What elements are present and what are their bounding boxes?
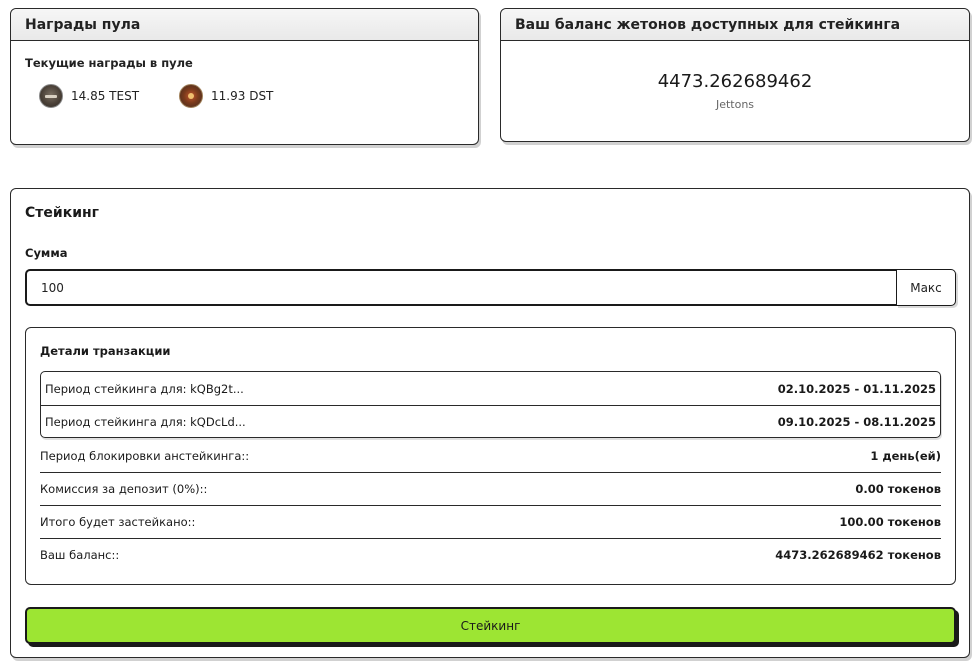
transaction-details: Детали транзакции Период стейкинга для: … xyxy=(25,327,956,585)
period-label: Период стейкинга для: kQBg2t... xyxy=(45,381,244,396)
stake-button[interactable]: Стейкинг xyxy=(25,607,956,644)
test-token-icon xyxy=(39,84,63,108)
rewards-list: 14.85 TEST 11.93 DST xyxy=(11,84,478,108)
balance-body: 4473.262689462 Jettons xyxy=(501,41,969,111)
dst-token-icon xyxy=(179,84,204,108)
details-rows: Период блокировки анстейкинга:: 1 день(е… xyxy=(40,439,941,571)
deposit-fee-row: Комиссия за депозит (0%):: 0.00 токенов xyxy=(40,472,941,505)
amount-label: Сумма xyxy=(25,246,68,260)
balance-value: 4473.262689462 xyxy=(657,71,813,92)
total-staked-row: Итого будет застейкано:: 100.00 токенов xyxy=(40,505,941,538)
period-label: Период стейкинга для: kQDcLd... xyxy=(45,415,246,429)
balance-unit: Jettons xyxy=(715,98,755,111)
amount-input[interactable] xyxy=(25,269,896,306)
current-rewards-label: Текущие награды в пуле xyxy=(25,56,193,70)
stakeable-balance-card: Ваш баланс жетонов доступных для стейкин… xyxy=(500,8,970,142)
reward-item-test: 14.85 TEST xyxy=(39,84,139,108)
transaction-details-title: Детали транзакции xyxy=(40,344,171,358)
max-button[interactable]: Макс xyxy=(896,269,956,306)
pool-rewards-title: Награды пула xyxy=(11,9,478,41)
staking-periods: Период стейкинга для: kQBg2t... 02.10.20… xyxy=(40,371,941,438)
period-row: Период стейкинга для: kQDcLd... 09.10.20… xyxy=(41,405,940,438)
period-value: 02.10.2025 - 01.11.2025 xyxy=(777,381,936,396)
reward-amount: 11.93 DST xyxy=(211,89,274,103)
period-value: 09.10.2025 - 08.11.2025 xyxy=(777,415,936,429)
staking-title: Стейкинг xyxy=(25,205,99,221)
row-label: Итого будет застейкано:: xyxy=(40,515,196,529)
row-value: 100.00 токенов xyxy=(839,515,941,529)
row-value: 0.00 токенов xyxy=(855,482,941,496)
row-label: Ваш баланс:: xyxy=(40,548,120,562)
row-label: Комиссия за депозит (0%):: xyxy=(40,482,208,496)
reward-amount: 14.85 TEST xyxy=(71,89,140,103)
row-value: 1 день(ей) xyxy=(870,448,941,463)
stakeable-balance-title: Ваш баланс жетонов доступных для стейкин… xyxy=(501,9,969,41)
row-value: 4473.262689462 токенов xyxy=(775,548,941,562)
amount-input-group: Макс xyxy=(25,269,956,306)
pool-rewards-card: Награды пула Текущие награды в пуле 14.8… xyxy=(10,8,479,145)
period-row: Период стейкинга для: kQBg2t... 02.10.20… xyxy=(41,372,940,405)
unstake-lock-row: Период блокировки анстейкинга:: 1 день(е… xyxy=(40,439,941,472)
staking-card: Стейкинг Сумма Макс Детали транзакции Пе… xyxy=(10,188,970,658)
reward-item-dst: 11.93 DST xyxy=(179,84,273,108)
your-balance-row: Ваш баланс:: 4473.262689462 токенов xyxy=(40,538,941,571)
row-label: Период блокировки анстейкинга:: xyxy=(40,448,250,463)
